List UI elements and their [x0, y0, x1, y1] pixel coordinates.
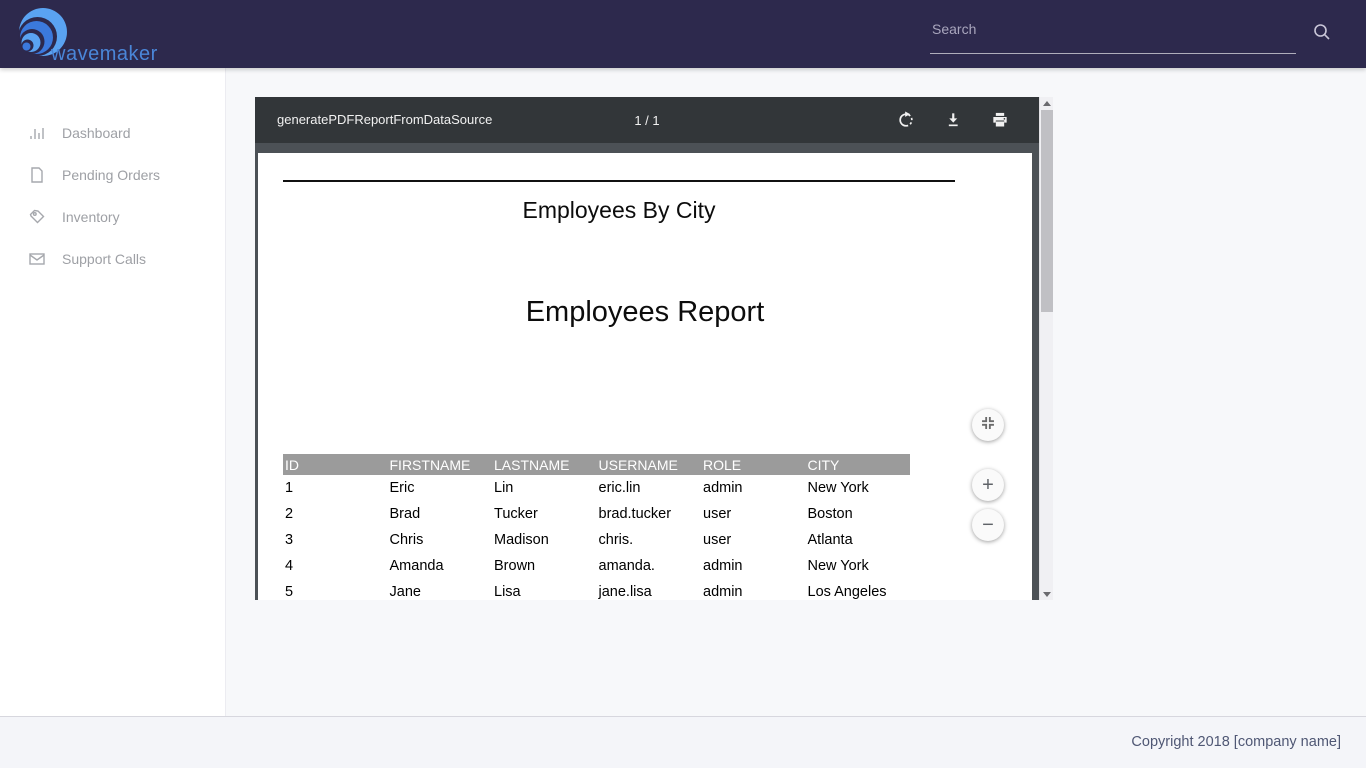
table-cell: 3	[283, 527, 388, 553]
table-row: 4AmandaBrownamanda.adminNew York	[283, 553, 910, 579]
table-header-cell: FIRSTNAME	[388, 454, 493, 475]
pdf-viewer: generatePDFReportFromDataSource 1 / 1	[255, 97, 1053, 600]
table-cell: jane.lisa	[597, 579, 702, 600]
table-cell: Boston	[806, 501, 911, 527]
table-cell: Chris	[388, 527, 493, 553]
table-cell: Brown	[492, 553, 597, 579]
app-footer: Copyright 2018 [company name]	[0, 716, 1366, 768]
pdf-page: Employees By City Employees Report IDFIR…	[258, 153, 1032, 600]
print-icon[interactable]	[990, 110, 1010, 130]
sidebar-item-pending-orders[interactable]: Pending Orders	[0, 154, 225, 196]
search-input[interactable]	[930, 14, 1296, 54]
table-cell: New York	[806, 475, 911, 501]
document-divider-line	[283, 180, 955, 182]
table-row: 3ChrisMadisonchris.userAtlanta	[283, 527, 910, 553]
pdf-toolbar: generatePDFReportFromDataSource 1 / 1	[255, 97, 1039, 143]
sidebar-item-label: Pending Orders	[62, 167, 160, 183]
scrollbar-down-arrow-icon[interactable]	[1040, 588, 1054, 600]
table-header-cell: ID	[283, 454, 388, 475]
pdf-scrollbar[interactable]	[1039, 97, 1053, 600]
document-heading: Employees By City	[283, 197, 955, 224]
zoom-in-button[interactable]: +	[972, 469, 1004, 501]
table-cell: Madison	[492, 527, 597, 553]
table-cell: Los Angeles	[806, 579, 911, 600]
pdf-toolbar-actions	[896, 97, 1010, 143]
table-header-cell: ROLE	[701, 454, 806, 475]
table-row: 5JaneLisajane.lisaadminLos Angeles	[283, 579, 910, 600]
document-icon	[28, 166, 46, 184]
table-cell: eric.lin	[597, 475, 702, 501]
wavemaker-logo[interactable]: wavemaker	[13, 7, 173, 63]
sidebar-item-label: Inventory	[62, 209, 120, 225]
document-report-title: Employees Report	[258, 296, 1032, 329]
download-icon[interactable]	[943, 110, 963, 130]
table-cell: Tucker	[492, 501, 597, 527]
table-cell: amanda.	[597, 553, 702, 579]
copyright-text: Copyright 2018 [company name]	[1131, 717, 1341, 767]
table-cell: Eric	[388, 475, 493, 501]
app-root: wavemaker Da	[0, 0, 1366, 768]
pdf-viewer-pane: generatePDFReportFromDataSource 1 / 1	[255, 97, 1039, 600]
pdf-viewport[interactable]: Employees By City Employees Report IDFIR…	[255, 143, 1039, 600]
table-header-cell: CITY	[806, 454, 911, 475]
rotate-icon[interactable]	[896, 110, 916, 130]
table-cell: brad.tucker	[597, 501, 702, 527]
table-body: 1EricLineric.linadminNew York2BradTucker…	[283, 475, 910, 600]
bar-chart-icon	[28, 124, 46, 142]
table-cell: Amanda	[388, 553, 493, 579]
sidebar-nav: Dashboard Pending Orders Inventory	[0, 68, 225, 280]
sidebar-item-inventory[interactable]: Inventory	[0, 196, 225, 238]
table-cell: Brad	[388, 501, 493, 527]
table-cell: Atlanta	[806, 527, 911, 553]
logo-text: wavemaker	[51, 43, 158, 66]
sidebar-item-label: Dashboard	[62, 125, 131, 141]
table-row: 1EricLineric.linadminNew York	[283, 475, 910, 501]
envelope-icon	[28, 250, 46, 268]
plus-icon: +	[982, 475, 994, 495]
sidebar-item-support-calls[interactable]: Support Calls	[0, 238, 225, 280]
fit-to-page-icon	[977, 412, 999, 438]
table-cell: user	[701, 501, 806, 527]
table-cell: 5	[283, 579, 388, 600]
zoom-out-button[interactable]: −	[972, 509, 1004, 541]
table-cell: Lisa	[492, 579, 597, 600]
table-cell: New York	[806, 553, 911, 579]
table-header-cell: LASTNAME	[492, 454, 597, 475]
table-cell: Jane	[388, 579, 493, 600]
table-header-row: IDFIRSTNAMELASTNAMEUSERNAMEROLECITY	[283, 454, 910, 475]
search-field	[930, 14, 1296, 54]
sidebar-item-dashboard[interactable]: Dashboard	[0, 112, 225, 154]
table-cell: Lin	[492, 475, 597, 501]
table-cell: 2	[283, 501, 388, 527]
scrollbar-up-arrow-icon[interactable]	[1040, 97, 1054, 109]
main-content: generatePDFReportFromDataSource 1 / 1	[226, 68, 1366, 716]
table-cell: user	[701, 527, 806, 553]
fit-to-page-button[interactable]	[972, 409, 1004, 441]
minus-icon: −	[982, 515, 994, 535]
table-cell: admin	[701, 475, 806, 501]
table-row: 2BradTuckerbrad.tuckeruserBoston	[283, 501, 910, 527]
tag-icon	[28, 208, 46, 226]
table-cell: chris.	[597, 527, 702, 553]
table-cell: admin	[701, 553, 806, 579]
search-icon[interactable]	[1312, 22, 1332, 42]
table-cell: admin	[701, 579, 806, 600]
sidebar: Dashboard Pending Orders Inventory	[0, 68, 226, 716]
table-header-cell: USERNAME	[597, 454, 702, 475]
table-head: IDFIRSTNAMELASTNAMEUSERNAMEROLECITY	[283, 454, 910, 475]
table-cell: 1	[283, 475, 388, 501]
table-cell: 4	[283, 553, 388, 579]
sidebar-item-label: Support Calls	[62, 251, 146, 267]
app-header: wavemaker	[0, 0, 1366, 68]
employees-table: IDFIRSTNAMELASTNAMEUSERNAMEROLECITY 1Eri…	[283, 454, 910, 600]
scrollbar-thumb[interactable]	[1041, 110, 1053, 312]
